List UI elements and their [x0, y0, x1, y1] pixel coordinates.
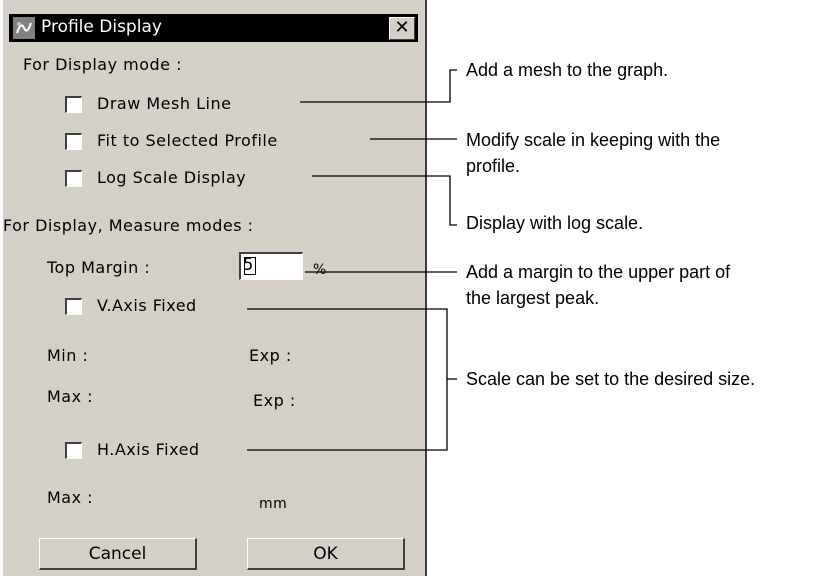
mesh-callout-line: [300, 69, 457, 103]
axis-bracket-line: [247, 308, 448, 451]
annotation-scale-line1: Modify scale in keeping with the: [466, 130, 721, 150]
callout-lines: [247, 69, 457, 451]
annotation-axis: Scale can be set to the desired size.: [466, 369, 756, 389]
annotation-log: Display with log scale.: [466, 213, 644, 233]
log-callout-line: [312, 175, 457, 226]
annotation-scale-line2: profile.: [466, 156, 521, 176]
annotation-mesh: Add a mesh to the graph.: [466, 60, 669, 80]
annotation-margin-line1: Add a margin to the upper part of: [466, 262, 731, 282]
annotation-margin-line2: the largest peak.: [466, 288, 600, 308]
